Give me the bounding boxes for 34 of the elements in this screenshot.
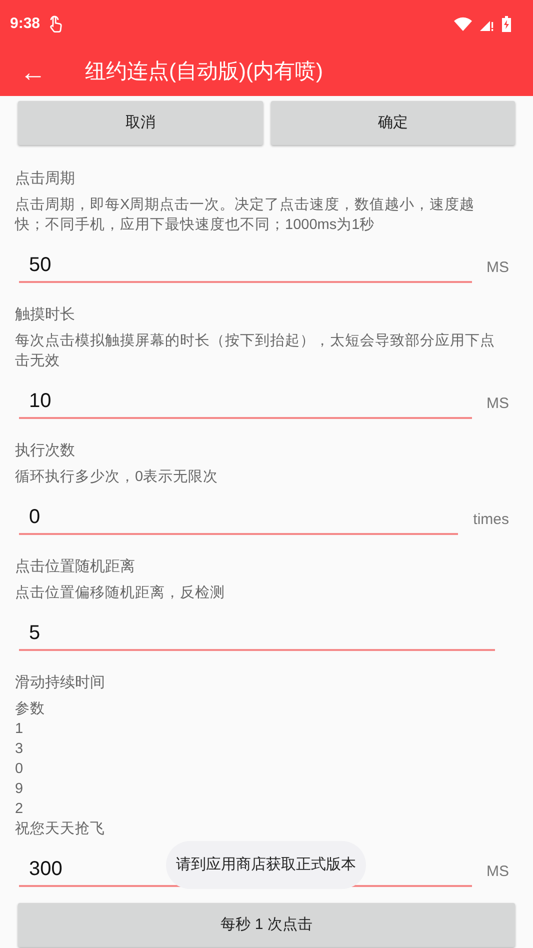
setting-title: 触摸时长 [15,305,75,325]
setting-description: 点击位置偏移随机距离，反检测 [15,584,225,603]
click-rate-button[interactable]: 每秒 1 次点击 [18,903,515,947]
setting-title: 点击周期 [15,169,75,189]
setting-description: 循环执行多少次，0表示无限次 [15,468,218,487]
setting-title: 执行次数 [15,441,75,461]
setting-description: 3 [15,740,24,759]
value-field[interactable]: 10 [19,385,472,419]
unit-label: MS [486,394,509,414]
status-time: 9:38 [10,14,40,34]
value-field[interactable]: 50 [19,249,472,283]
unit-label: MS [486,258,509,278]
setting-description: 每次点击模拟触摸屏幕的时长（按下到抬起），太短会导致部分应用下点击无效 [15,332,496,371]
battery-icon [502,16,511,32]
touch-icon [48,15,64,33]
setting-description: 0 [15,760,24,779]
setting-title: 滑动持续时间 [15,673,105,693]
action-button[interactable]: 取消 [18,101,262,145]
store-toast: 请到应用商店获取正式版本 [166,841,366,889]
setting-description: 点击周期，即每X周期点击一次。决定了点击速度，数值越小，速度越快；不同手机，应用下最快速度也不同；1000ms为1秒 [15,196,476,235]
setting-description: 2 [15,800,24,819]
wifi-icon [454,17,472,31]
unit-label: MS [486,862,509,882]
setting-description: 参数 [15,700,45,719]
setting-description: 1 [15,720,24,739]
setting-description: 9 [15,780,24,799]
setting-description: 祝您天天抢飞 [15,820,105,839]
unit-label: times [473,510,509,530]
value-field[interactable]: 0 [19,501,458,535]
setting-title: 点击位置随机距离 [15,557,135,577]
value-field[interactable]: 5 [19,617,495,651]
back-button[interactable]: ← [0,59,66,85]
app-title: 纽约连点(自动版)(内有喷) [85,59,323,86]
action-button[interactable]: 确定 [270,101,515,145]
